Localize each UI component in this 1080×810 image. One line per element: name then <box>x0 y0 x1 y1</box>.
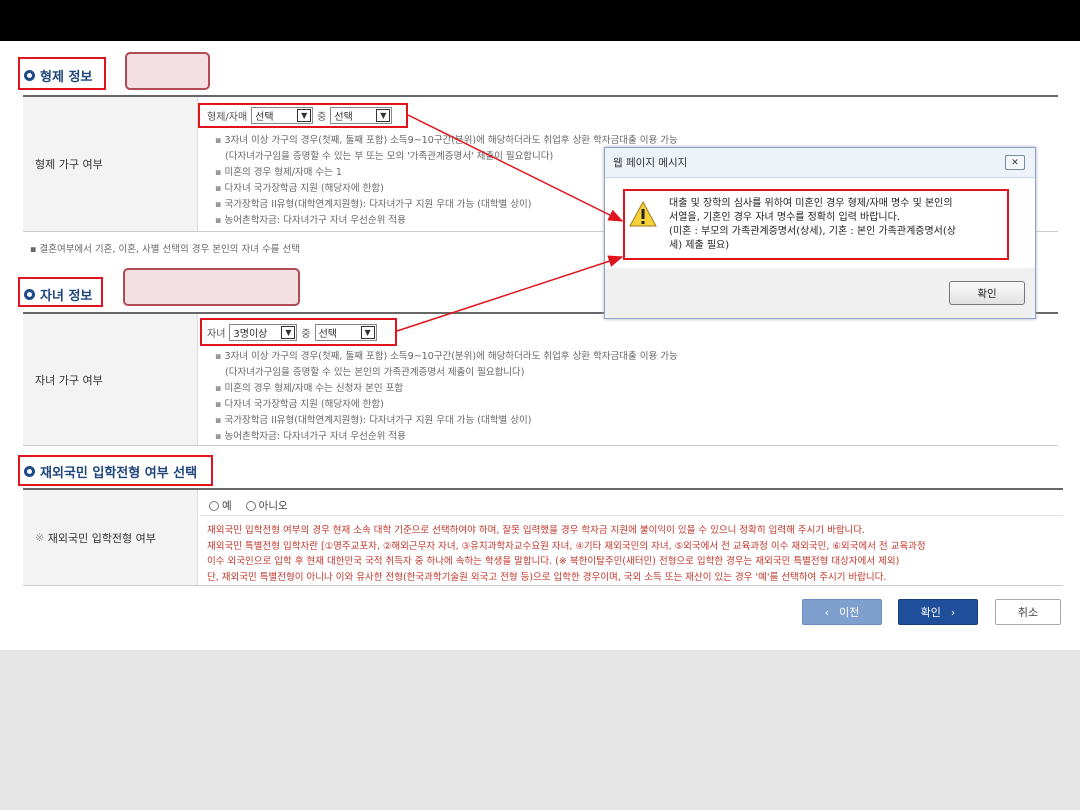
arrow-sibling-to-dialog <box>407 114 624 222</box>
annotation-arrows <box>396 114 624 332</box>
arrow-child-to-dialog <box>396 255 624 332</box>
